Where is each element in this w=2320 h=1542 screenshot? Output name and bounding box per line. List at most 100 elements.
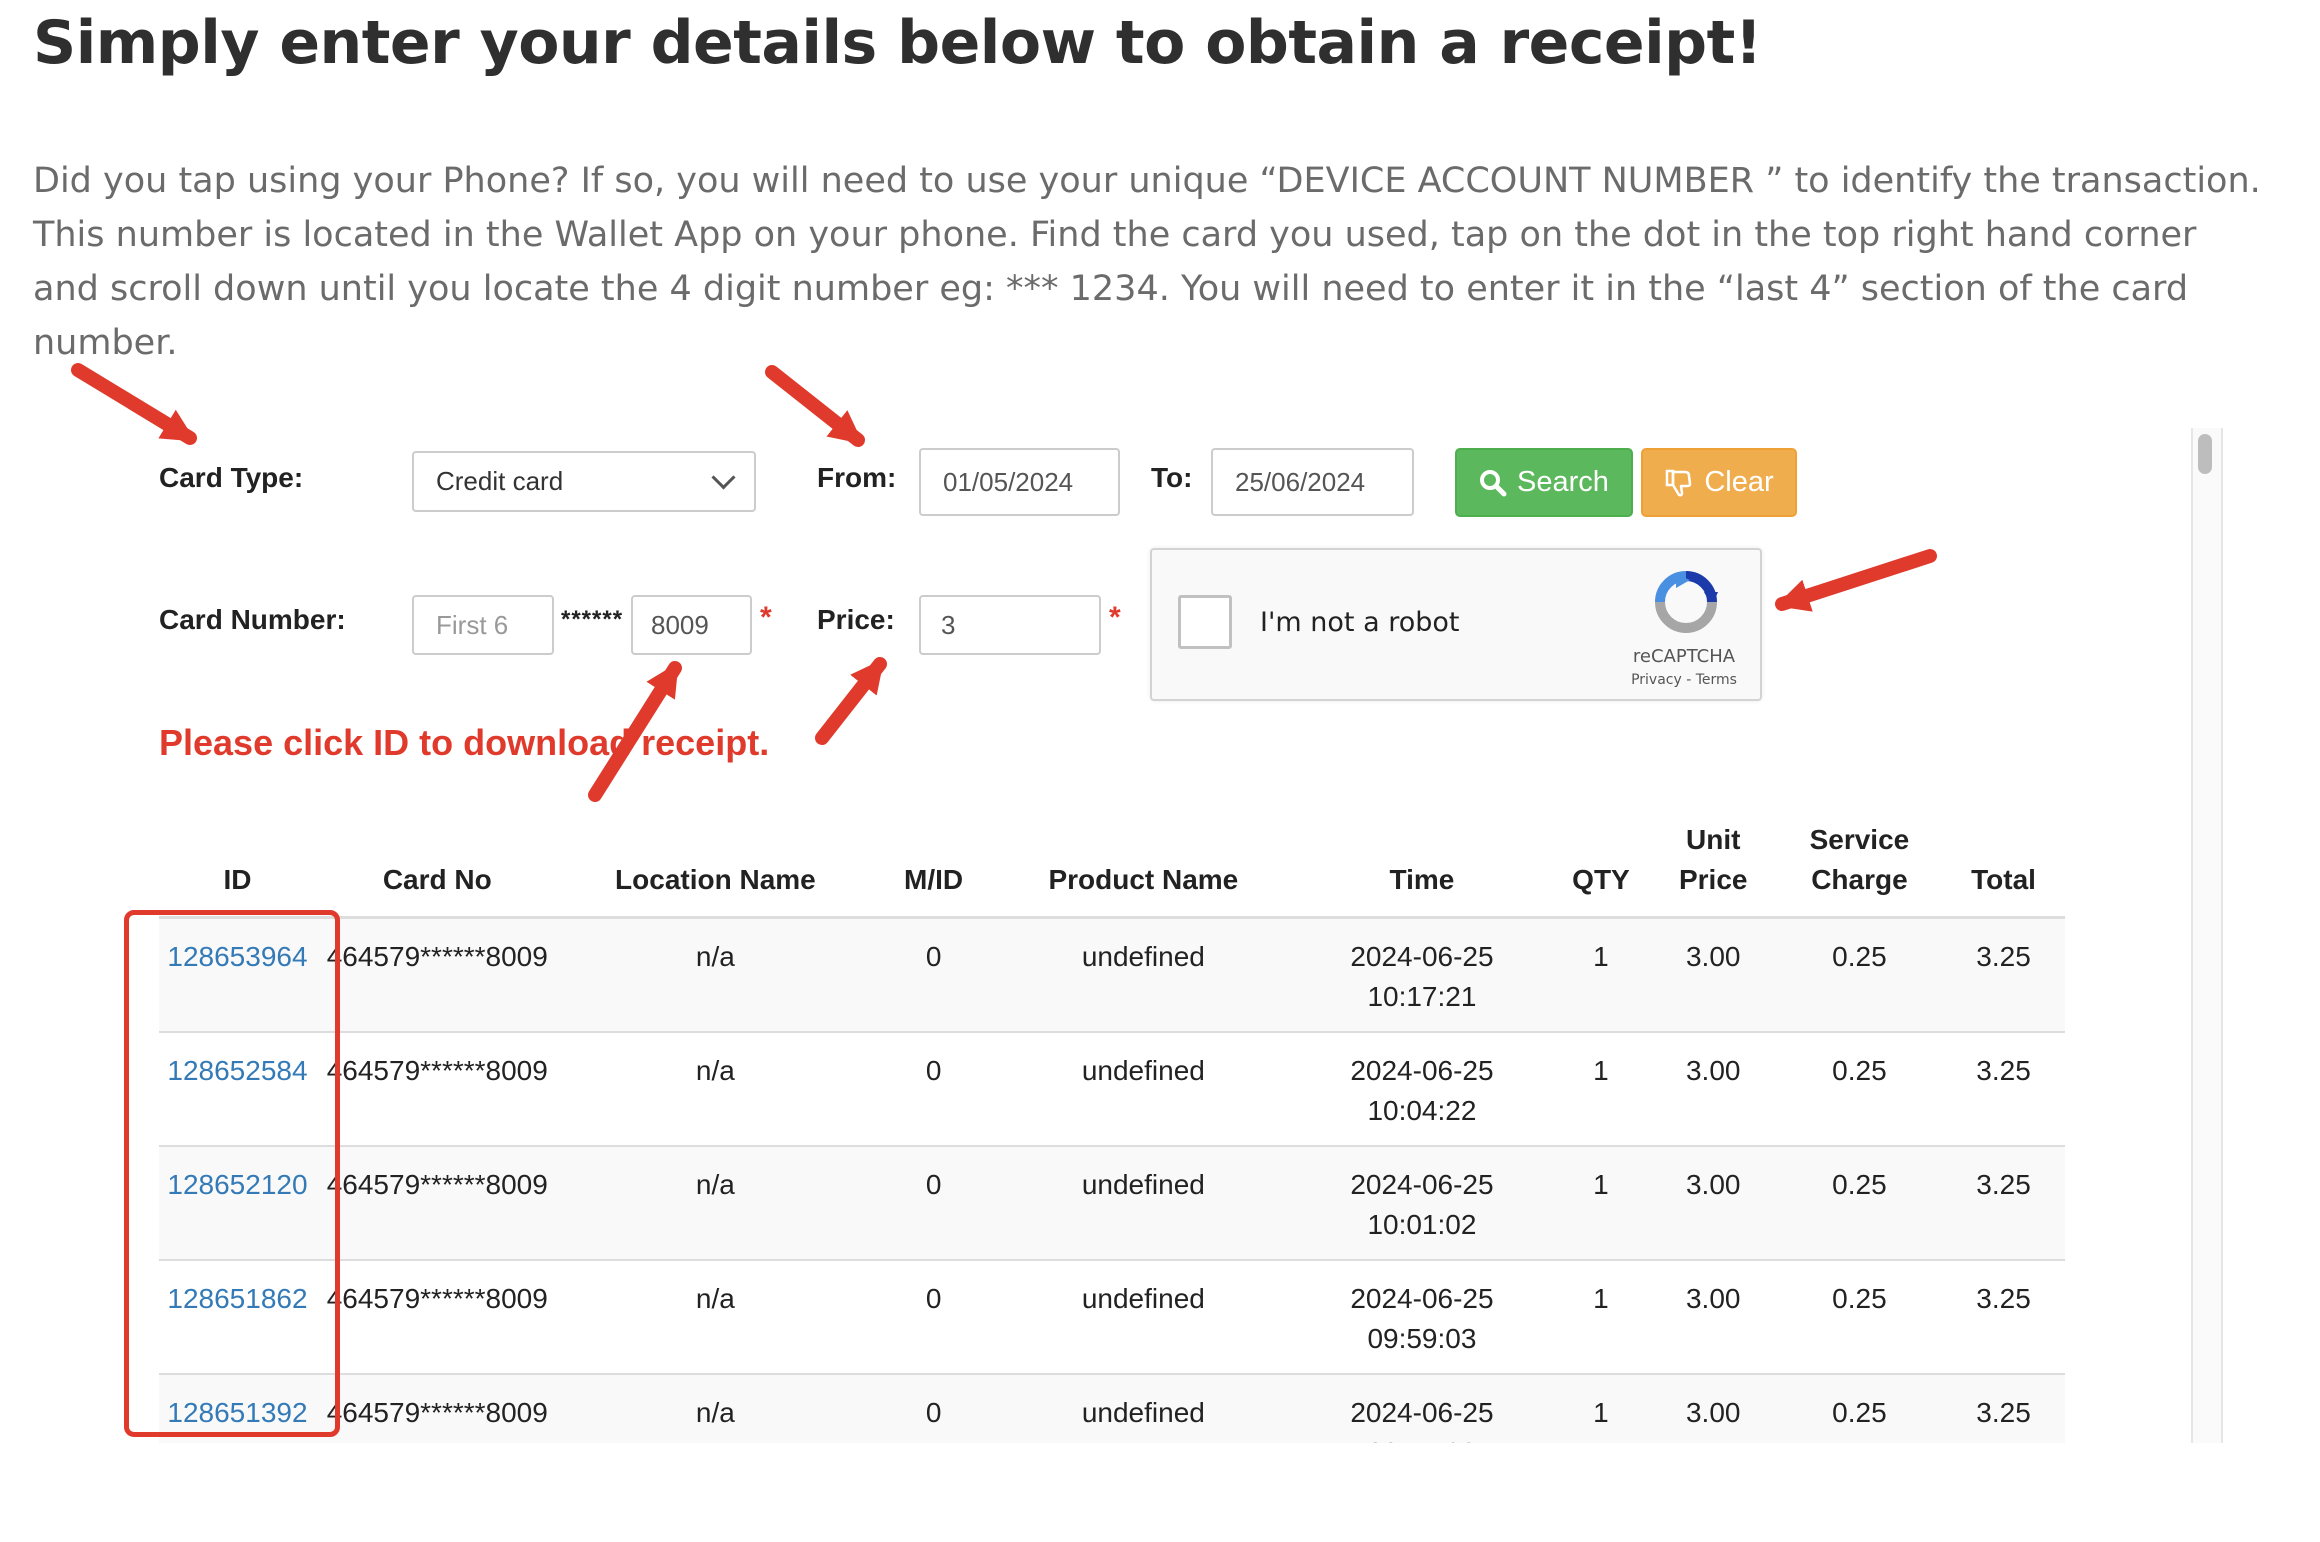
row-location-name: n/a (558, 1030, 873, 1146)
row-service-charge: 0.25 (1776, 916, 1943, 1032)
recaptcha-checkbox[interactable] (1178, 595, 1232, 649)
scrollbar-track[interactable] (2191, 428, 2223, 1443)
price-input[interactable] (919, 595, 1101, 655)
row-id-cell: 128652120 (159, 1144, 316, 1260)
row-id-link[interactable]: 128651862 (167, 1283, 307, 1314)
row-total: 3.25 (1942, 1030, 2065, 1146)
content-bottom-edge (0, 1443, 2320, 1542)
required-mark: * (1109, 601, 1121, 634)
table-body: 128653964 464579******8009 n/a 0 undefined 20… (159, 916, 2065, 1488)
row-id-link[interactable]: 128653964 (167, 941, 307, 972)
row-time-clock: 10:01:02 (1367, 1208, 1477, 1240)
row-qty: 1 (1552, 1030, 1650, 1146)
recaptcha-logo-icon (1655, 571, 1718, 633)
row-product-name: undefined (995, 1030, 1292, 1146)
row-time-date: 2024-06-25 (1350, 1168, 1494, 1200)
row-time-clock: 10:04:22 (1367, 1094, 1477, 1126)
row-unit-price: 3.00 (1649, 1144, 1777, 1260)
row-time: 2024-06-25 10:04:22 (1291, 1030, 1553, 1146)
col-location-name: Location Name (558, 790, 873, 919)
row-id-cell: 128653964 (159, 916, 316, 1032)
row-product-name: undefined (995, 1144, 1292, 1260)
search-icon (1480, 469, 1507, 496)
arrow-card-type (71, 363, 197, 445)
chevron-down-icon (711, 465, 736, 490)
clear-button-label: Clear (1704, 466, 1774, 498)
row-card-no: 464579******8009 (315, 1258, 559, 1374)
row-qty: 1 (1552, 1258, 1650, 1374)
row-location-name: n/a (558, 1258, 873, 1374)
row-service-charge: 0.25 (1776, 1144, 1943, 1260)
row-time-date: 2024-06-25 (1350, 1282, 1494, 1314)
recaptcha-widget: I'm not a robot reCAPTCHA Privacy - Term… (1150, 548, 1762, 701)
to-date-input[interactable] (1211, 448, 1414, 516)
col-time: Time (1291, 790, 1553, 919)
row-id-cell: 128652584 (159, 1030, 316, 1146)
row-time-clock: 09:59:03 (1367, 1322, 1477, 1354)
row-total: 3.25 (1942, 1144, 2065, 1260)
table-row: 128652120 464579******8009 n/a 0 undefined 20… (159, 1144, 2065, 1260)
row-time: 2024-06-25 10:01:02 (1291, 1144, 1553, 1260)
row-id-cell: 128651862 (159, 1258, 316, 1374)
clear-button[interactable]: Clear (1641, 448, 1797, 517)
row-card-no: 464579******8009 (315, 1030, 559, 1146)
required-mark: * (760, 601, 772, 634)
row-mid: 0 (872, 1030, 996, 1146)
row-qty: 1 (1552, 1144, 1650, 1260)
card-type-label: Card Type: (159, 462, 304, 493)
row-unit-price: 3.00 (1649, 1030, 1777, 1146)
recaptcha-links[interactable]: Privacy - Terms (1614, 672, 1754, 688)
row-time-clock: 10:17:21 (1367, 981, 1477, 1012)
card-first6-input[interactable] (412, 595, 554, 655)
card-mask: ****** (561, 606, 624, 633)
col-mid: M/ID (872, 790, 996, 919)
row-mid: 0 (872, 1144, 996, 1260)
from-date-input[interactable] (919, 448, 1120, 516)
arrow-price (815, 657, 887, 745)
table-header-row: ID Card No Location Name M/ID Product Na… (159, 790, 2065, 919)
row-service-charge: 0.25 (1776, 1258, 1943, 1374)
col-service-charge: Service Charge (1776, 790, 1943, 919)
row-location-name: n/a (558, 916, 873, 1032)
row-card-no: 464579******8009 (315, 916, 559, 1032)
row-id-link[interactable]: 128652584 (167, 1055, 307, 1086)
search-button[interactable]: Search (1455, 448, 1633, 517)
row-unit-price: 3.00 (1649, 916, 1777, 1032)
thumbs-down-icon (1666, 469, 1692, 496)
arrow-recaptcha (1775, 549, 1937, 612)
card-type-select[interactable]: Credit card (412, 451, 756, 512)
transactions-table: ID Card No Location Name M/ID Product Na… (159, 790, 2065, 1488)
row-qty: 1 (1552, 916, 1650, 1032)
row-location-name: n/a (558, 1144, 873, 1260)
row-time: 2024-06-25 10:17:21 (1291, 916, 1553, 1032)
row-service-charge: 0.25 (1776, 1030, 1943, 1146)
intro-paragraph: Did you tap using your Phone? If so, you… (33, 161, 2261, 363)
to-label: To: (1151, 462, 1193, 493)
page-title: Simply enter your details below to obtai… (33, 8, 1762, 78)
search-button-label: Search (1517, 466, 1609, 498)
price-label: Price: (817, 604, 895, 635)
card-number-label: Card Number: (159, 604, 346, 635)
row-id-link[interactable]: 128652120 (167, 1169, 307, 1200)
row-time: 2024-06-25 09:59:03 (1291, 1258, 1553, 1374)
from-label: From: (817, 462, 897, 493)
row-total: 3.25 (1942, 1258, 2065, 1374)
table-row: 128651862 464579******8009 n/a 0 undefined 20… (159, 1258, 2065, 1374)
col-product-name: Product Name (995, 790, 1292, 919)
table-row: 128652584 464579******8009 n/a 0 undefined 20… (159, 1030, 2065, 1146)
card-last4-input[interactable] (631, 595, 752, 655)
row-mid: 0 (872, 1258, 996, 1374)
card-type-value: Credit card (436, 466, 564, 496)
recaptcha-brand: reCAPTCHA (1632, 646, 1736, 667)
row-time-date: 2024-06-25 (1350, 941, 1494, 972)
row-id-link[interactable]: 128651392 (167, 1397, 307, 1428)
row-mid: 0 (872, 916, 996, 1032)
row-time-date: 2024-06-25 (1350, 1054, 1494, 1086)
recaptcha-text: I'm not a robot (1260, 607, 1460, 638)
col-total: Total (1942, 790, 2065, 919)
col-qty: QTY (1552, 790, 1650, 919)
row-time-date: 2024-06-25 (1350, 1396, 1494, 1428)
arrow-from (765, 365, 865, 447)
download-notice: Please click ID to download receipt. (159, 722, 770, 763)
scrollbar-thumb[interactable] (2198, 434, 2212, 474)
